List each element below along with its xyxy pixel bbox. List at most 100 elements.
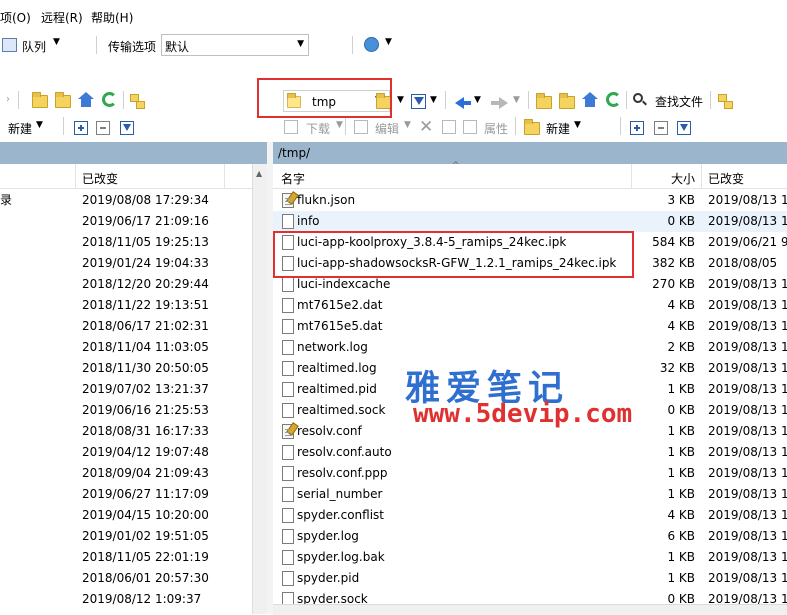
scroll-up-icon[interactable]: ▲: [256, 169, 262, 178]
edit-button[interactable]: 编辑: [375, 120, 399, 137]
root-folder-icon[interactable]: [55, 92, 71, 108]
refresh-icon[interactable]: [102, 92, 117, 107]
globe-dropdown-icon[interactable]: ▼: [385, 37, 392, 47]
plus-icon[interactable]: [630, 121, 644, 135]
open-folder-dropdown-icon[interactable]: ▼: [397, 95, 404, 105]
table-row[interactable]: spyder.pid 1 KB 2019/08/13 14: [273, 568, 787, 589]
right-col-modified[interactable]: 已改变: [708, 170, 744, 187]
forward-icon-tail: [491, 101, 499, 105]
right-horizontal-scrollbar[interactable]: [273, 604, 787, 615]
forward-dropdown-icon[interactable]: ▼: [513, 95, 520, 105]
table-row[interactable]: spyder.log.bak 1 KB 2019/08/13 15: [273, 547, 787, 568]
filter-icon[interactable]: [120, 121, 134, 135]
table-row[interactable]: info 0 KB 2019/08/13 16: [273, 211, 787, 232]
table-row[interactable]: spyder.conflist 4 KB 2019/08/13 15: [273, 505, 787, 526]
table-row[interactable]: flukn.json 3 KB 2019/08/13 15: [273, 190, 787, 211]
table-row[interactable]: resolv.conf.auto 1 KB 2019/08/13 15: [273, 442, 787, 463]
file-icon: [282, 487, 294, 502]
divider: [63, 117, 64, 135]
menu-remote[interactable]: 远程(R): [41, 9, 83, 26]
left-scrollbar[interactable]: ▲: [252, 164, 268, 614]
root-folder-icon[interactable]: [559, 93, 575, 109]
right-col-size[interactable]: 大小: [671, 170, 695, 187]
left-row-date[interactable]: 2019/04/15 10:20:00: [82, 505, 209, 526]
left-row-date[interactable]: 2018/09/04 21:09:43: [82, 463, 209, 484]
find-files-button[interactable]: 查找文件: [655, 93, 703, 110]
sync-browse-icon[interactable]: [718, 94, 733, 109]
left-row-date[interactable]: 2018/11/22 19:13:51: [82, 295, 209, 316]
left-row-date[interactable]: 2019/06/16 21:25:53: [82, 400, 209, 421]
left-new-button[interactable]: 新建: [8, 120, 32, 137]
left-row-date[interactable]: 2019/07/02 13:21:37: [82, 379, 209, 400]
left-col-modified[interactable]: 已改变: [82, 170, 118, 187]
divider: [96, 36, 97, 54]
table-row[interactable]: network.log 2 KB 2019/08/13 15: [273, 337, 787, 358]
file-name: info: [297, 214, 320, 228]
right-new-button[interactable]: 新建: [546, 120, 570, 137]
file-modified: 2019/08/13 14: [708, 487, 787, 501]
home-icon[interactable]: [78, 92, 94, 108]
file-size: 1 KB: [667, 445, 695, 459]
plus-icon[interactable]: [74, 121, 88, 135]
menu-options[interactable]: 项(O): [0, 9, 31, 26]
rename-icon[interactable]: [442, 120, 456, 134]
left-row-date[interactable]: 2018/11/05 19:25:13: [82, 232, 209, 253]
right-col-name[interactable]: 名字: [281, 170, 305, 187]
right-path-bar: /tmp/: [273, 142, 787, 164]
left-row-date[interactable]: 2018/11/30 20:50:05: [82, 358, 209, 379]
properties-button[interactable]: 属性: [484, 120, 508, 137]
home-icon[interactable]: [582, 92, 598, 108]
transfer-options-value: 默认: [165, 40, 190, 54]
left-row-date[interactable]: 2019/01/02 19:51:05: [82, 526, 209, 547]
refresh-icon[interactable]: [606, 92, 621, 107]
divider: [345, 117, 346, 135]
left-row-date[interactable]: 2019/01/24 19:04:33: [82, 253, 209, 274]
parent-folder-icon[interactable]: [32, 92, 48, 108]
left-row-date[interactable]: 2018/11/05 22:01:19: [82, 547, 209, 568]
back-icon[interactable]: [455, 97, 464, 109]
table-row[interactable]: resolv.conf.ppp 1 KB 2019/08/13 15: [273, 463, 787, 484]
globe-icon[interactable]: [364, 37, 379, 52]
sync-browse-icon[interactable]: [130, 94, 145, 109]
minus-icon[interactable]: [96, 121, 110, 135]
left-row-date[interactable]: 2018/08/31 16:17:33: [82, 421, 209, 442]
transfer-options-select[interactable]: 默认 ▼: [161, 34, 309, 56]
queue-dropdown-icon[interactable]: ▼: [53, 37, 60, 47]
table-row[interactable]: mt7615e5.dat 4 KB 2019/08/13 14: [273, 316, 787, 337]
table-row[interactable]: mt7615e2.dat 4 KB 2019/08/13 14: [273, 295, 787, 316]
left-row-date[interactable]: 2019/08/08 17:29:34: [82, 190, 209, 211]
forward-icon[interactable]: [499, 97, 508, 109]
left-row-date[interactable]: 2019/04/12 19:07:48: [82, 442, 209, 463]
filter-icon[interactable]: [677, 121, 691, 135]
filter-dropdown-icon[interactable]: ▼: [430, 95, 437, 105]
divider: [620, 117, 621, 135]
parent-folder-icon[interactable]: [536, 93, 552, 109]
delete-icon[interactable]: ✕: [419, 117, 433, 137]
left-row-date[interactable]: 2019/08/12 1:09:37: [82, 589, 201, 610]
edit-dropdown-icon[interactable]: ▼: [404, 120, 411, 130]
queue-button[interactable]: 队列: [22, 38, 46, 55]
left-row-date[interactable]: 2019/06/27 11:17:09: [82, 484, 209, 505]
download-dropdown-icon[interactable]: ▼: [336, 120, 343, 130]
menu-help[interactable]: 帮助(H): [91, 9, 133, 26]
left-row-date[interactable]: 2019/06/17 21:09:16: [82, 211, 209, 232]
back-dropdown-icon[interactable]: ▼: [474, 95, 481, 105]
file-name: resolv.conf: [297, 424, 362, 438]
file-size: 1 KB: [667, 571, 695, 585]
right-new-dropdown-icon[interactable]: ▼: [574, 120, 581, 130]
left-row-date[interactable]: 2018/06/01 20:57:30: [82, 568, 209, 589]
file-icon: [282, 319, 294, 334]
minus-icon[interactable]: [654, 121, 668, 135]
left-new-dropdown-icon[interactable]: ▼: [36, 120, 43, 130]
table-row[interactable]: serial_number 1 KB 2019/08/13 14: [273, 484, 787, 505]
left-nav-dropdown-icon[interactable]: ›: [6, 94, 10, 105]
left-row-date[interactable]: 2018/11/04 11:03:05: [82, 337, 209, 358]
table-row[interactable]: spyder.log 6 KB 2019/08/13 16: [273, 526, 787, 547]
left-row-date[interactable]: 2018/12/20 20:29:44: [82, 274, 209, 295]
filter-icon[interactable]: [411, 94, 426, 109]
file-modified: 2019/08/13 15: [708, 424, 787, 438]
file-modified: 2019/08/13 15: [708, 550, 787, 564]
left-row-date[interactable]: 2018/06/17 21:02:31: [82, 316, 209, 337]
download-button[interactable]: 下载: [306, 120, 330, 137]
column-divider: [631, 164, 632, 188]
